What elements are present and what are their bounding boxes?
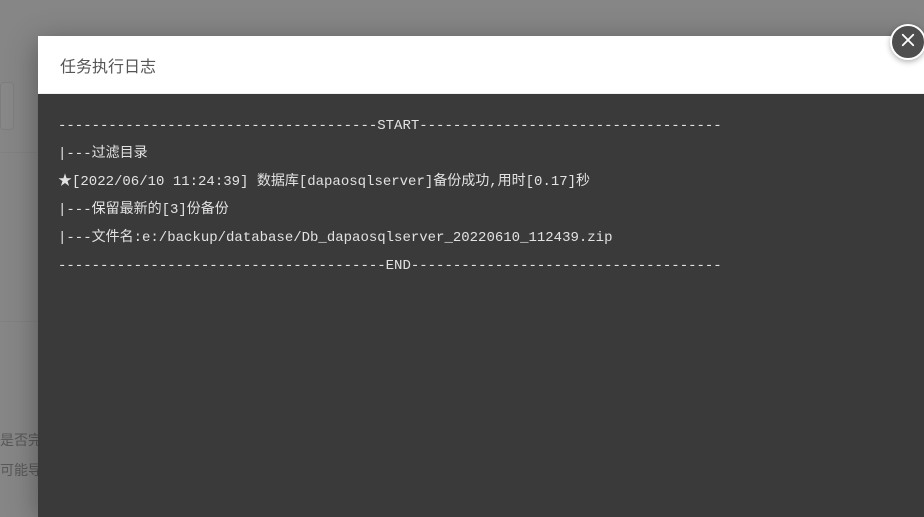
modal-title: 任务执行日志 [60, 53, 156, 77]
log-line: |---过滤目录 [58, 140, 904, 168]
log-divider-start: --------------------------------------ST… [58, 112, 904, 140]
log-divider-end: ---------------------------------------E… [58, 252, 904, 280]
close-icon [899, 31, 917, 54]
log-line: |---文件名:e:/backup/database/Db_dapaosqlse… [58, 224, 904, 252]
log-line: ★[2022/06/10 11:24:39] 数据库[dapaosqlserve… [58, 168, 904, 196]
close-button[interactable] [890, 24, 924, 60]
log-console: --------------------------------------ST… [38, 94, 924, 517]
log-modal: 任务执行日志 ---------------------------------… [38, 36, 924, 517]
log-line: |---保留最新的[3]份备份 [58, 196, 904, 224]
modal-header: 任务执行日志 [38, 36, 924, 94]
